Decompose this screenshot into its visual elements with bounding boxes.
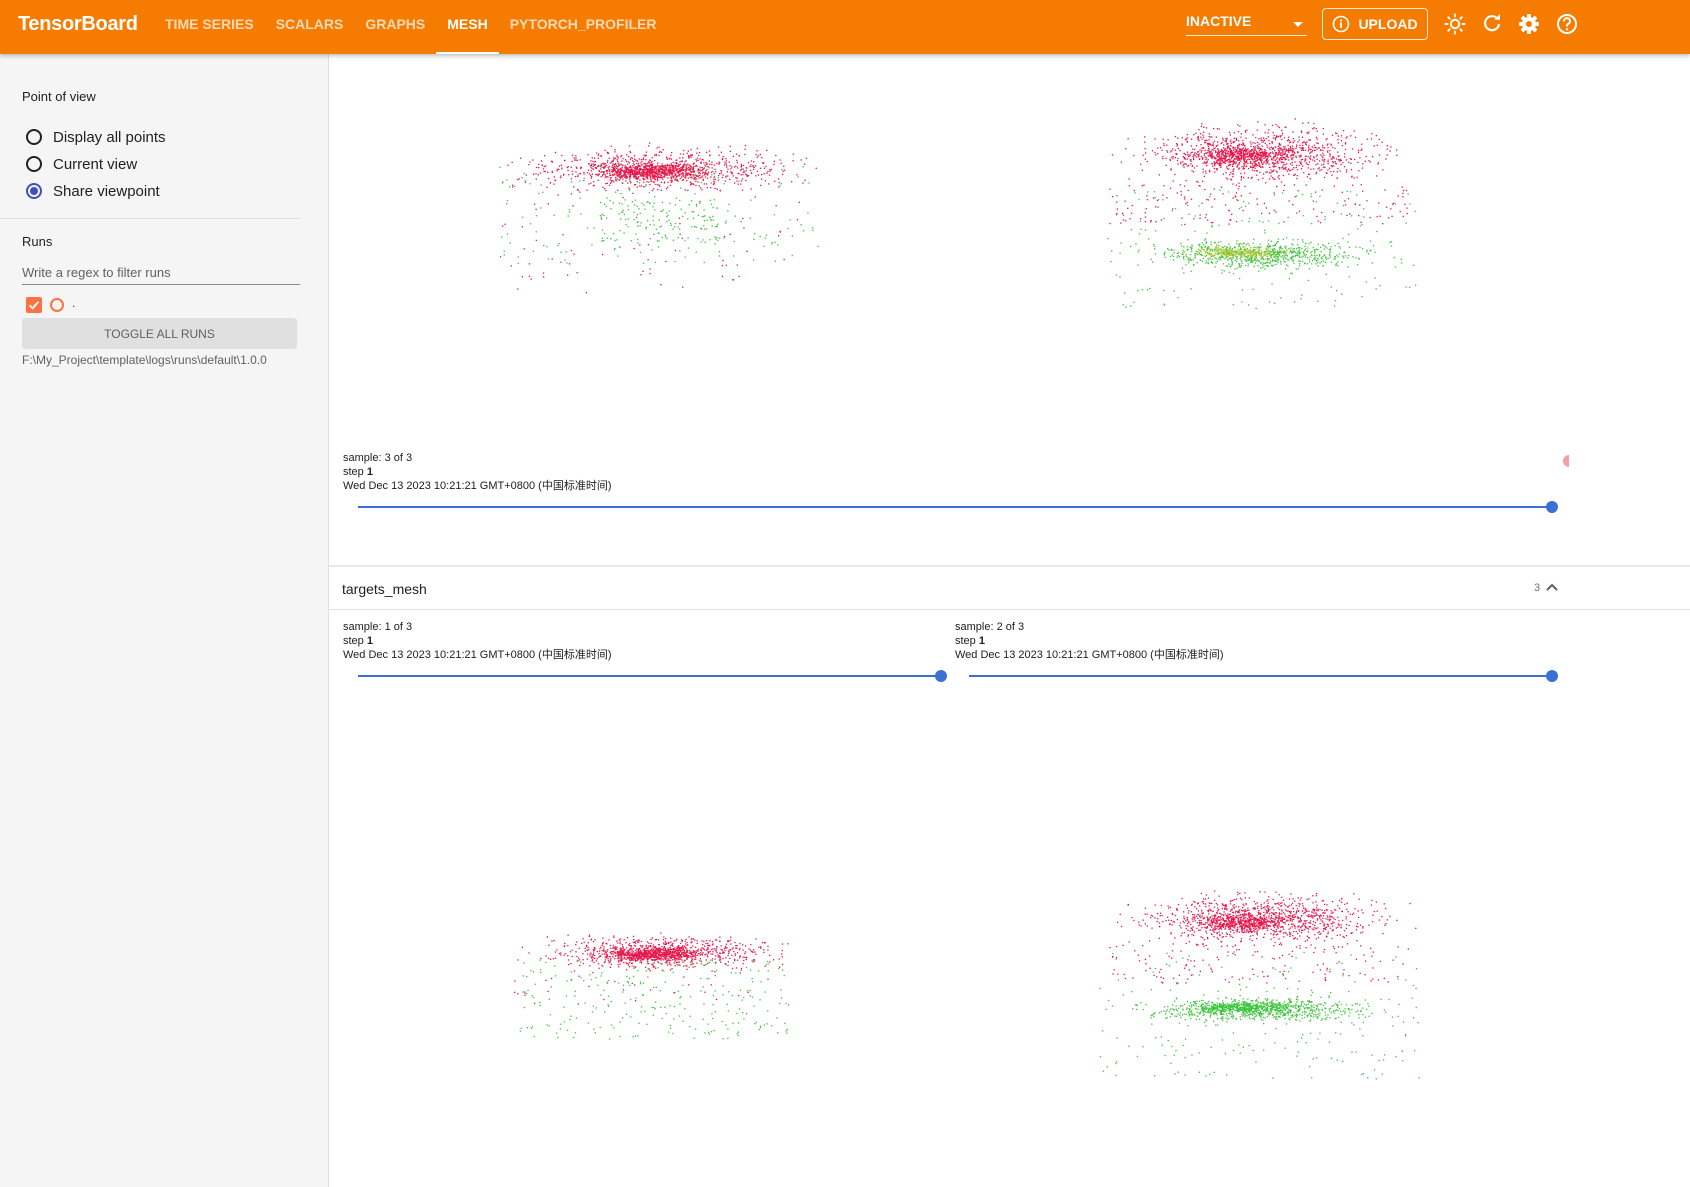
card-count: 3 <box>1534 582 1541 594</box>
step-value: 1 <box>978 635 985 647</box>
sidebar-divider <box>0 218 300 219</box>
radio-button[interactable] <box>26 129 42 145</box>
sample-label: sample: 1 of 3 <box>343 621 413 633</box>
step-row: step 1 <box>955 634 1224 648</box>
radio-button[interactable] <box>26 156 42 172</box>
step-row: step 1 <box>343 465 612 479</box>
tab-pytorch-profiler[interactable]: PYTORCH_PROFILER <box>499 0 668 54</box>
slider-thumb[interactable] <box>1546 501 1558 513</box>
refresh-icon[interactable] <box>1481 13 1503 35</box>
slider-thumb[interactable] <box>1546 670 1558 682</box>
sample-slider-1[interactable] <box>358 668 947 684</box>
pov-option-label: Display all points <box>53 128 166 146</box>
step-value: 1 <box>366 635 373 647</box>
point-of-view-title: Point of view <box>22 89 96 104</box>
sample-slider-top[interactable] <box>358 499 1558 515</box>
scroll-indicator <box>1563 455 1569 467</box>
run-path: F:\My_Project\template\logs\runs\default… <box>22 353 267 367</box>
app-brand: TensorBoard <box>18 13 138 35</box>
run-color-picker[interactable] <box>50 298 64 312</box>
dashboard-tabs: TIME SERIES SCALARS GRAPHS MESH PYTORCH_… <box>154 0 667 54</box>
tab-scalars[interactable]: SCALARS <box>265 0 355 54</box>
settings-icon[interactable] <box>1518 13 1540 35</box>
slider-thumb[interactable] <box>935 670 947 682</box>
main-content: sample: 3 of 3 step 1 Wed Dec 13 2023 10… <box>329 54 1690 1187</box>
pov-option-label: Current view <box>53 155 138 173</box>
slider-track <box>969 675 1550 677</box>
upload-label: UPLOAD <box>1358 16 1418 32</box>
sample-label: sample: 3 of 3 <box>343 452 413 464</box>
slider-track <box>358 675 939 677</box>
step-label: step <box>343 635 364 647</box>
targets-mesh-card-header[interactable]: targets_mesh 3 <box>329 568 1690 610</box>
chevron-up-icon[interactable] <box>1545 580 1559 594</box>
step-value: 1 <box>366 466 373 478</box>
step-label: step <box>343 466 364 478</box>
reload-state-select[interactable]: INACTIVE <box>1186 13 1307 36</box>
point-cloud <box>514 932 790 1040</box>
radio-button[interactable] <box>26 183 42 199</box>
toggle-all-runs-button[interactable]: TOGGLE ALL RUNS <box>22 318 297 349</box>
info-icon <box>1333 15 1350 33</box>
tab-time-series[interactable]: TIME SERIES <box>154 0 265 54</box>
card-separator <box>329 565 1690 567</box>
theme-brightness-icon[interactable] <box>1444 13 1466 35</box>
run-checkbox[interactable] <box>26 297 42 313</box>
mesh-viewer-targets-2[interactable] <box>1079 864 1459 1134</box>
sample-timestamp: Wed Dec 13 2023 10:21:21 GMT+0800 (中国标准时… <box>955 649 1224 661</box>
sample-label: sample: 2 of 3 <box>955 621 1025 633</box>
help-icon[interactable] <box>1556 13 1578 35</box>
tab-mesh[interactable]: MESH <box>436 0 500 54</box>
run-name: . <box>72 296 76 310</box>
top-app-bar: TensorBoard TIME SERIES SCALARS GRAPHS M… <box>0 0 1690 54</box>
run-filter-input[interactable] <box>22 260 300 285</box>
sidebar: Point of view Display all points Current… <box>0 54 329 1187</box>
sample-timestamp: Wed Dec 13 2023 10:21:21 GMT+0800 (中国标准时… <box>343 480 612 492</box>
runs-title: Runs <box>22 234 53 249</box>
pov-option-label: Share viewpoint <box>53 182 160 200</box>
sample-meta-top: sample: 3 of 3 step 1 Wed Dec 13 2023 10… <box>343 451 612 493</box>
mesh-viewer-top-left[interactable] <box>459 74 859 334</box>
mesh-viewer-targets-1[interactable] <box>489 884 829 1104</box>
step-row: step 1 <box>343 634 612 648</box>
card-title: targets_mesh <box>342 581 427 597</box>
upload-button[interactable]: UPLOAD <box>1322 8 1428 40</box>
point-cloud <box>499 142 819 294</box>
step-label: step <box>955 635 976 647</box>
point-cloud <box>1099 890 1420 1080</box>
mesh-viewer-top-right[interactable] <box>1079 74 1459 344</box>
sample-meta-1: sample: 1 of 3 step 1 Wed Dec 13 2023 10… <box>343 620 612 662</box>
pov-option-display-all-points[interactable]: Display all points <box>26 127 166 147</box>
check-icon <box>28 300 40 310</box>
sample-meta-2: sample: 2 of 3 step 1 Wed Dec 13 2023 10… <box>955 620 1224 662</box>
slider-track <box>358 506 1550 508</box>
sample-slider-2[interactable] <box>969 668 1558 684</box>
chevron-down-icon <box>1293 22 1303 27</box>
point-cloud <box>1107 118 1417 310</box>
sample-timestamp: Wed Dec 13 2023 10:21:21 GMT+0800 (中国标准时… <box>343 649 612 661</box>
pov-option-current-view[interactable]: Current view <box>26 154 137 174</box>
reload-state-value: INACTIVE <box>1186 13 1252 29</box>
tab-graphs[interactable]: GRAPHS <box>354 0 436 54</box>
pov-option-share-viewpoint[interactable]: Share viewpoint <box>26 181 160 201</box>
